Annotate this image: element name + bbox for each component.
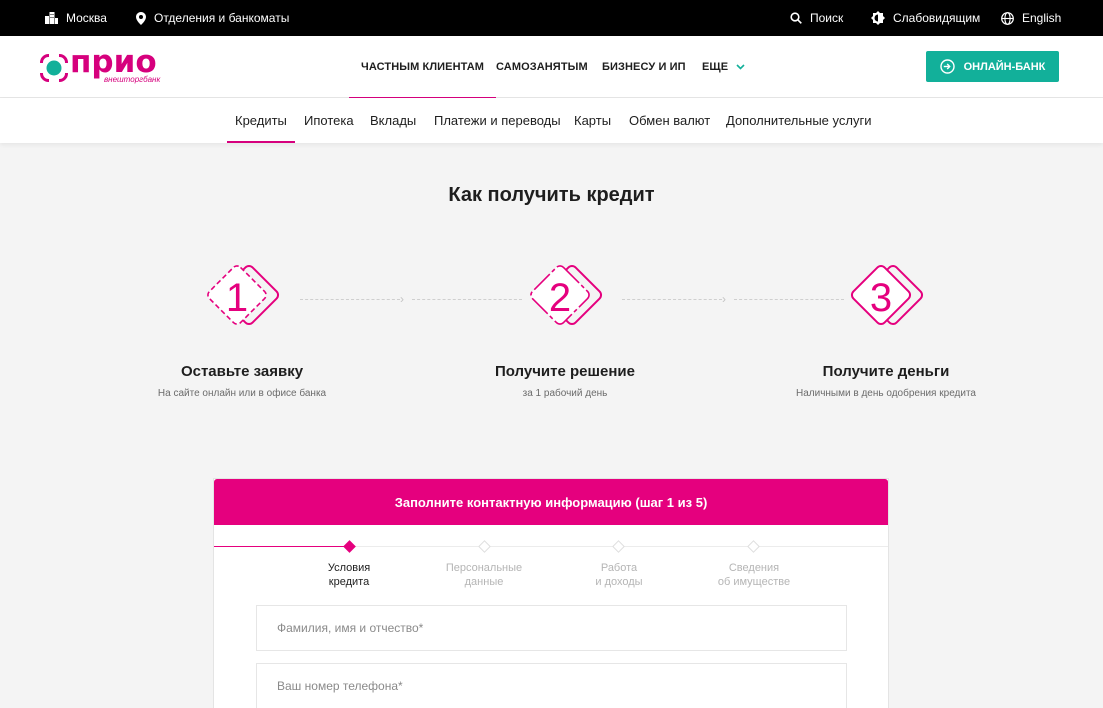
phone-input[interactable] xyxy=(256,663,847,708)
main-header: прио внешторгбанк ЧАСТНЫМ КЛИЕНТАМ САМОЗ… xyxy=(0,36,1103,99)
nav-private-clients[interactable]: ЧАСТНЫМ КЛИЕНТАМ xyxy=(348,36,497,99)
step-number: 1 xyxy=(226,276,248,320)
page-title: Как получить кредит xyxy=(448,184,655,206)
progress-step[interactable] xyxy=(747,540,760,553)
step-diamond-icon: 1 xyxy=(207,264,280,326)
city-selector[interactable]: Москва xyxy=(45,0,107,36)
subnav-deposits[interactable]: Вклады xyxy=(370,98,416,143)
nav-more-label: ЕЩЕ xyxy=(702,61,729,73)
sub-navigation: Кредиты Ипотека Вклады Платежи и перевод… xyxy=(0,98,1103,143)
progress-label-property[interactable]: Сведения об имуществе xyxy=(699,561,809,589)
login-icon xyxy=(939,59,955,74)
subnav-payments[interactable]: Платежи и переводы xyxy=(434,98,561,143)
logo-subtext: внешторгбанк xyxy=(104,75,161,84)
progress-step[interactable] xyxy=(612,540,625,553)
branches-link[interactable]: Отделения и банкоматы xyxy=(136,0,289,36)
progress-label-line: об имуществе xyxy=(717,576,791,588)
progress-label-line: Сведения xyxy=(728,562,780,574)
progress-label-line: Условия xyxy=(327,562,371,574)
subnav-credits[interactable]: Кредиты xyxy=(227,98,295,143)
search-label: Поиск xyxy=(810,11,844,25)
step-diamond-icon: 2 xyxy=(530,264,603,326)
progress-label-line: Работа xyxy=(600,562,638,574)
step-description: Наличными в день одобрения кредита xyxy=(796,388,976,399)
step-number: 3 xyxy=(870,276,892,320)
full-name-input[interactable] xyxy=(256,605,847,651)
step-3: 3 Получите деньги Наличными в день одобр… xyxy=(756,256,1016,399)
step-number: 2 xyxy=(549,276,571,320)
branches-label: Отделения и банкоматы xyxy=(154,11,290,25)
online-bank-button[interactable]: ОНЛАЙН-БАНК xyxy=(926,51,1059,82)
form-header: Заполните контактную информацию (шаг 1 и… xyxy=(214,479,888,525)
progress-label-line: кредита xyxy=(328,576,370,588)
language-label: English xyxy=(1022,11,1062,25)
chevron-right-icon: › xyxy=(400,292,404,306)
step-title: Получите деньги xyxy=(822,363,950,380)
progress-label-line: данные xyxy=(464,576,504,588)
step-description: На сайте онлайн или в офисе банка xyxy=(157,388,327,399)
progress-filled xyxy=(214,546,350,547)
online-bank-label: ОНЛАЙН-БАНК xyxy=(963,60,1046,73)
logo[interactable]: прио внешторгбанк xyxy=(40,44,170,86)
location-pin-icon xyxy=(136,11,146,25)
nav-business[interactable]: БИЗНЕСУ И ИП xyxy=(602,36,686,98)
nav-self-employed[interactable]: САМОЗАНЯТЫМ xyxy=(496,36,588,98)
globe-icon xyxy=(1001,11,1014,25)
top-bar: Москва Отделения и банкоматы Поиск Слабо… xyxy=(0,0,1103,36)
step-2: 2 Получите решение за 1 рабочий день xyxy=(435,256,695,399)
step-description: за 1 рабочий день xyxy=(522,388,608,399)
nav-more[interactable]: ЕЩЕ xyxy=(702,36,745,98)
accessibility-label: Слабовидящим xyxy=(893,11,981,25)
step-title: Оставьте заявку xyxy=(180,363,304,380)
step-diamond-icon: 3 xyxy=(850,264,924,326)
search-icon xyxy=(790,12,802,24)
progress-label-line: и доходы xyxy=(595,576,643,588)
accessibility-link[interactable]: Слабовидящим xyxy=(871,0,980,36)
search-link[interactable]: Поиск xyxy=(790,0,843,36)
progress-label-personal-data[interactable]: Персональные данные xyxy=(429,561,539,589)
progress-label-line: Персональные xyxy=(445,562,523,574)
progress-step-active[interactable] xyxy=(343,540,356,553)
step-1: 1 Оставьте заявку На сайте онлайн или в … xyxy=(112,256,372,399)
progress-label-work-income[interactable]: Работа и доходы xyxy=(564,561,674,589)
subnav-extra-services[interactable]: Дополнительные услуги xyxy=(726,98,871,143)
subnav-currency-exchange[interactable]: Обмен валют xyxy=(629,98,710,143)
subnav-mortgage[interactable]: Ипотека xyxy=(304,98,354,143)
chevron-right-icon: › xyxy=(722,292,726,306)
language-switch[interactable]: English xyxy=(1001,0,1061,36)
step-title: Получите решение xyxy=(494,363,635,380)
contrast-icon xyxy=(871,11,885,25)
subnav-cards[interactable]: Карты xyxy=(574,98,611,143)
city-icon xyxy=(45,12,58,24)
logo-mark-icon xyxy=(40,54,68,82)
progress-label-credit-terms[interactable]: Условия кредита xyxy=(294,561,404,589)
chevron-down-icon xyxy=(736,64,745,70)
city-label: Москва xyxy=(66,11,107,25)
credit-application-form: Заполните контактную информацию (шаг 1 и… xyxy=(213,478,889,708)
progress-step[interactable] xyxy=(478,540,491,553)
